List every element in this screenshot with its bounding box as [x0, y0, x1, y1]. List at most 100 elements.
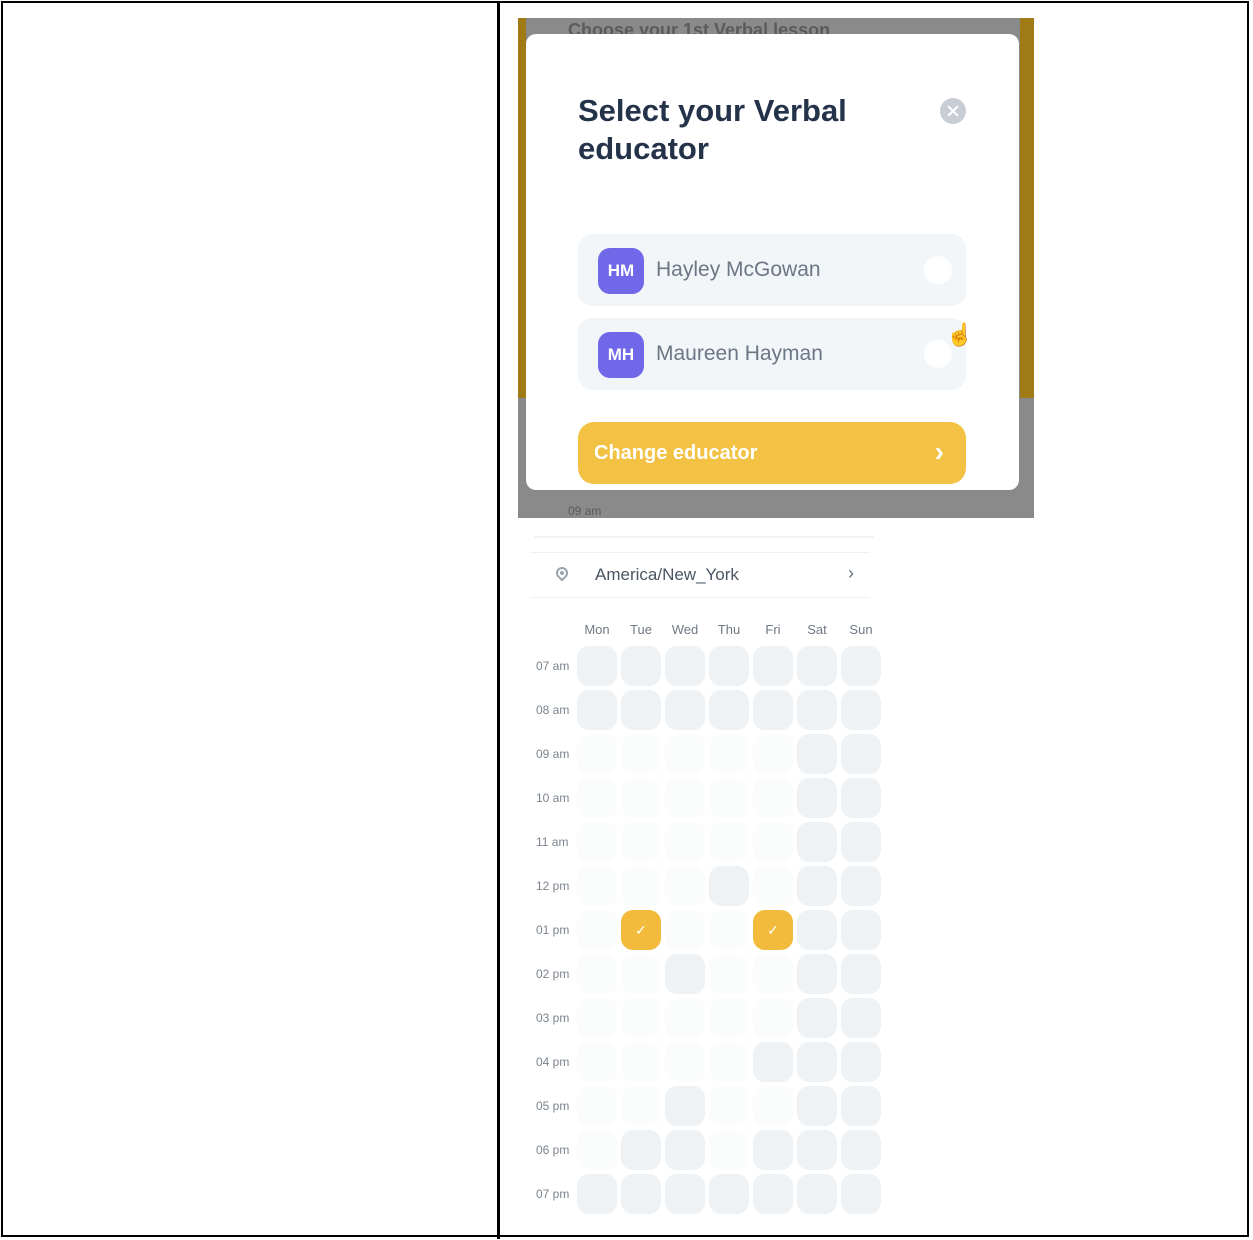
time-slot[interactable]: [621, 954, 661, 994]
time-slot: [841, 822, 881, 862]
change-educator-label: Change educator: [594, 442, 758, 464]
time-slot[interactable]: [577, 954, 617, 994]
timezone-selector[interactable]: America/New_York ›: [530, 552, 870, 598]
time-slot[interactable]: [709, 1042, 749, 1082]
time-slot[interactable]: [753, 822, 793, 862]
background-time-label: 09 am: [568, 504, 602, 518]
time-slot[interactable]: [665, 778, 705, 818]
timezone-label: America/New_York: [595, 565, 739, 584]
time-slot[interactable]: [753, 998, 793, 1038]
time-slot[interactable]: [665, 822, 705, 862]
day-header-fri: Fri: [765, 622, 781, 637]
day-header-mon: Mon: [584, 622, 610, 637]
time-slot[interactable]: [709, 734, 749, 774]
educator-option-maureen[interactable]: MH Maureen Hayman: [578, 318, 966, 390]
time-slot: [841, 954, 881, 994]
time-slot: [577, 690, 617, 730]
educator-name: Hayley McGowan: [656, 258, 821, 281]
time-slot[interactable]: [709, 998, 749, 1038]
time-slot[interactable]: [621, 1042, 661, 1082]
time-slot-selected[interactable]: ✓: [753, 910, 793, 950]
time-slot: [797, 1130, 837, 1170]
hand-cursor-icon: ☝: [946, 322, 974, 347]
time-slot: [709, 646, 749, 686]
day-header-sun: Sun: [849, 622, 873, 637]
educator-modal-screenshot: Choose your 1st Verbal lesson 09 am Sele…: [518, 18, 1034, 518]
time-slot[interactable]: [709, 1086, 749, 1126]
change-educator-button[interactable]: Change educator ›: [578, 422, 966, 484]
avatar: MH: [598, 332, 644, 378]
time-slot: [753, 1042, 793, 1082]
time-slot[interactable]: [621, 866, 661, 906]
day-header-sat: Sat: [807, 622, 827, 637]
time-slot: [753, 646, 793, 686]
time-slot[interactable]: [709, 822, 749, 862]
time-slot[interactable]: [753, 954, 793, 994]
time-slot[interactable]: [577, 734, 617, 774]
time-slot: [797, 866, 837, 906]
time-slot[interactable]: [577, 778, 617, 818]
time-slot[interactable]: [577, 822, 617, 862]
time-slot[interactable]: [621, 998, 661, 1038]
time-slot: [841, 910, 881, 950]
close-icon[interactable]: [940, 98, 966, 124]
time-slot[interactable]: [621, 734, 661, 774]
time-slot: [841, 1130, 881, 1170]
column-divider: [497, 1, 500, 1239]
time-slot[interactable]: [709, 1130, 749, 1170]
time-slot[interactable]: [753, 734, 793, 774]
backdrop-band-left: [518, 18, 526, 398]
time-slot: [709, 690, 749, 730]
time-slot: [797, 822, 837, 862]
time-slot: [665, 1086, 705, 1126]
divider: [534, 536, 874, 538]
check-icon: ✓: [767, 922, 779, 938]
time-slot[interactable]: [753, 866, 793, 906]
time-slot[interactable]: [577, 1130, 617, 1170]
time-slot: [841, 1086, 881, 1126]
time-slot[interactable]: [665, 866, 705, 906]
time-slot: [841, 998, 881, 1038]
time-slot[interactable]: [665, 734, 705, 774]
availability-calendar: America/New_York › Mon Tue Wed Thu Fri Sat Sun…: [520, 522, 890, 1222]
time-slot[interactable]: [621, 1086, 661, 1126]
educator-option-hayley[interactable]: HM Hayley McGowan: [578, 234, 966, 306]
time-slot[interactable]: [665, 910, 705, 950]
time-slot: [665, 1174, 705, 1214]
time-slot: [665, 954, 705, 994]
time-slot[interactable]: [577, 1042, 617, 1082]
time-slot[interactable]: [665, 1042, 705, 1082]
time-slot: [797, 998, 837, 1038]
day-header-wed: Wed: [671, 622, 699, 637]
time-slot: [797, 1086, 837, 1126]
time-slot[interactable]: [753, 778, 793, 818]
day-header-thu: Thu: [717, 622, 741, 637]
time-slot: [709, 866, 749, 906]
time-slot[interactable]: [577, 910, 617, 950]
time-slot[interactable]: [753, 1086, 793, 1126]
radio-button[interactable]: [924, 256, 952, 284]
time-slot[interactable]: [577, 866, 617, 906]
time-slot: [797, 910, 837, 950]
time-slot-selected[interactable]: ✓: [621, 910, 661, 950]
time-slot: [621, 690, 661, 730]
time-slot[interactable]: [577, 998, 617, 1038]
time-slot[interactable]: [621, 778, 661, 818]
time-slot[interactable]: [665, 998, 705, 1038]
location-pin-icon: [553, 564, 571, 582]
time-slot[interactable]: [709, 778, 749, 818]
time-slot: [797, 1174, 837, 1214]
time-slot: [841, 734, 881, 774]
time-slot[interactable]: [577, 1086, 617, 1126]
time-slot: [797, 646, 837, 686]
avatar: HM: [598, 248, 644, 294]
time-slot[interactable]: [709, 954, 749, 994]
time-slot: [841, 778, 881, 818]
time-slot: [665, 1130, 705, 1170]
check-icon: ✓: [635, 922, 647, 938]
time-slot[interactable]: [621, 822, 661, 862]
time-slot: [753, 690, 793, 730]
time-slot[interactable]: [709, 910, 749, 950]
time-slot: [577, 1174, 617, 1214]
backdrop-band-right: [1020, 18, 1034, 398]
